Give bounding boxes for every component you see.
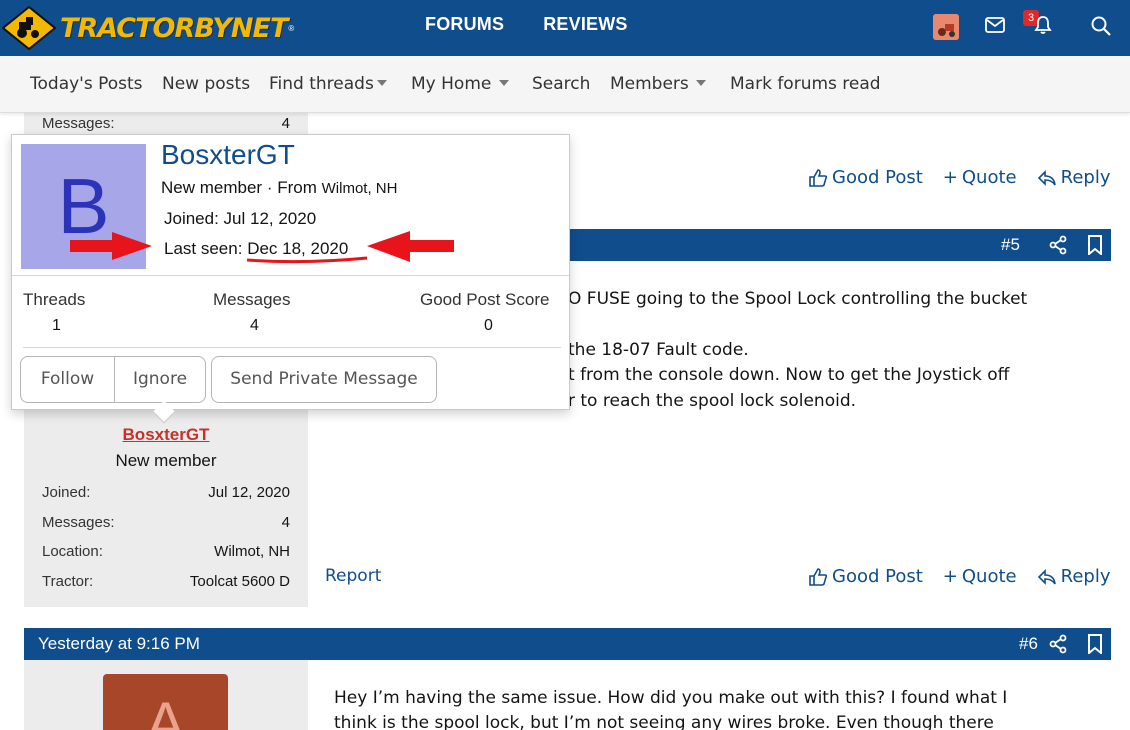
plus-icon: +	[942, 566, 958, 587]
post-5-actions: Good Post + Quote Reply	[808, 566, 1110, 587]
member-tooltip-card: B BosxterGT New member · From Wilmot, NH…	[11, 134, 570, 410]
nav-reviews[interactable]: REVIEWS	[543, 14, 627, 35]
post-5-line-1: O FUSE going to the Spool Lock controlli…	[568, 289, 1028, 309]
reply-arrow-icon	[1037, 169, 1056, 186]
user-avatar[interactable]	[933, 14, 959, 40]
members-dropdown-icon[interactable]	[696, 80, 706, 86]
sub-nav: Today's Posts New posts Find threads My …	[0, 56, 1130, 113]
plus-icon: +	[942, 167, 958, 188]
member-name[interactable]: BosxterGT	[161, 139, 295, 171]
subnav-my-home[interactable]: My Home	[411, 74, 491, 94]
info-label: Location:	[42, 543, 103, 560]
info-label: Joined:	[42, 484, 91, 501]
avatar-image-icon	[933, 14, 959, 40]
reply-button[interactable]: Reply	[1037, 167, 1111, 188]
mail-icon[interactable]	[985, 16, 1005, 34]
subnav-find-threads[interactable]: Find threads	[269, 74, 374, 94]
top-nav: FORUMS REVIEWS	[425, 14, 628, 35]
subnav-new-posts[interactable]: New posts	[162, 74, 250, 94]
stat-messages-value[interactable]: 4	[250, 317, 259, 335]
post-5-line-2: the 18-07 Fault code.	[568, 340, 749, 360]
member-title: New member	[161, 178, 263, 197]
reply-label: Reply	[1060, 566, 1111, 587]
find-threads-dropdown-icon[interactable]	[377, 80, 387, 86]
last-seen-label: Last seen:	[164, 239, 243, 258]
info-value: Wilmot, NH	[214, 543, 290, 560]
thumbs-up-icon	[809, 567, 828, 586]
last-seen-value: Dec 18, 2020	[247, 239, 349, 258]
share-icon[interactable]	[1048, 235, 1068, 255]
avatar-letter: B	[57, 162, 110, 250]
subnav-mark-forums-read[interactable]: Mark forums read	[730, 74, 881, 94]
member-title-line: New member · From Wilmot, NH	[161, 178, 397, 198]
stat-good-post-score-label: Good Post Score	[420, 290, 550, 309]
reply-arrow-icon	[1037, 568, 1056, 585]
avatar-letter: A	[145, 690, 186, 730]
quote-label: Quote	[961, 566, 1017, 587]
good-post-label: Good Post	[832, 566, 923, 587]
good-post-button[interactable]: Good Post	[808, 566, 923, 587]
post-6-header-bar: Yesterday at 9:16 PM #6	[24, 628, 1111, 660]
info-value: 4	[281, 514, 290, 531]
post-6-line-1: Hey I’m having the same issue. How did y…	[334, 688, 1008, 708]
reply-button[interactable]: Reply	[1037, 566, 1111, 587]
post-5-user-title: New member	[115, 451, 217, 470]
good-post-label: Good Post	[832, 167, 923, 188]
stat-messages-label: Messages	[213, 290, 291, 309]
divider	[23, 347, 561, 348]
stat-threads-label: Threads	[23, 290, 86, 309]
prev-post-actions: Good Post + Quote Reply	[808, 167, 1110, 188]
info-value: 4	[281, 115, 290, 132]
post-date[interactable]: Yesterday at 9:16 PM	[38, 634, 200, 654]
top-header: TRACTORBYNET ® FORUMS REVIEWS 3	[0, 0, 1130, 56]
ignore-button[interactable]: Ignore	[114, 356, 206, 403]
info-label: Tractor:	[42, 573, 94, 590]
divider	[12, 275, 569, 276]
subnav-todays-posts[interactable]: Today's Posts	[30, 74, 143, 94]
send-private-message-button[interactable]: Send Private Message	[211, 356, 437, 403]
info-label: Messages:	[42, 514, 115, 531]
post-5-line-4: r to reach the spool lock solenoid.	[568, 391, 857, 411]
thumbs-up-icon	[809, 168, 828, 187]
post-6-avatar[interactable]: A	[103, 674, 228, 730]
post-5-line-3: t from the console down. Now to get the …	[568, 365, 1010, 385]
report-link[interactable]: Report	[325, 566, 381, 586]
follow-button[interactable]: Follow	[20, 356, 115, 403]
bookmark-icon[interactable]	[1087, 634, 1103, 654]
tractor-sign-icon	[2, 6, 56, 50]
bookmark-icon[interactable]	[1087, 235, 1103, 255]
reply-label: Reply	[1060, 167, 1111, 188]
logo-text: TRACTORBYNET	[60, 12, 288, 44]
quote-label: Quote	[961, 167, 1017, 188]
stat-threads-value[interactable]: 1	[52, 317, 61, 335]
search-icon[interactable]	[1090, 15, 1112, 37]
subnav-members[interactable]: Members	[610, 74, 689, 94]
page: TRACTORBYNET ® FORUMS REVIEWS 3 Today's …	[0, 0, 1130, 730]
quote-button[interactable]: + Quote	[943, 566, 1017, 587]
bell-icon[interactable]	[1032, 14, 1054, 36]
my-home-dropdown-icon[interactable]	[499, 80, 509, 86]
post-number[interactable]: #6	[1019, 634, 1038, 654]
share-icon[interactable]	[1048, 634, 1068, 654]
post-5-username[interactable]: BosxterGT	[24, 425, 308, 445]
info-value: Jul 12, 2020	[208, 484, 290, 501]
separator-dot: ·	[266, 178, 278, 197]
member-joined: Joined: Jul 12, 2020	[164, 209, 317, 228]
good-post-button[interactable]: Good Post	[808, 167, 923, 188]
site-logo[interactable]: TRACTORBYNET ®	[2, 4, 294, 52]
nav-forums[interactable]: FORUMS	[425, 14, 504, 35]
stat-good-post-score-value: 0	[484, 317, 493, 334]
member-location[interactable]: Wilmot, NH	[322, 180, 398, 197]
logo-registered-mark: ®	[288, 23, 295, 33]
info-label: Messages:	[42, 115, 115, 132]
post-6-line-2: think is the spool lock, but I’m not see…	[334, 713, 994, 730]
quote-button[interactable]: + Quote	[943, 167, 1017, 188]
info-value: Toolcat 5600 D	[189, 573, 290, 590]
post-number[interactable]: #5	[1001, 235, 1020, 255]
subnav-search[interactable]: Search	[532, 74, 590, 94]
member-last-seen: Last seen: Dec 18, 2020	[164, 239, 348, 259]
member-avatar[interactable]: B	[21, 144, 146, 269]
from-label: From	[277, 178, 317, 197]
